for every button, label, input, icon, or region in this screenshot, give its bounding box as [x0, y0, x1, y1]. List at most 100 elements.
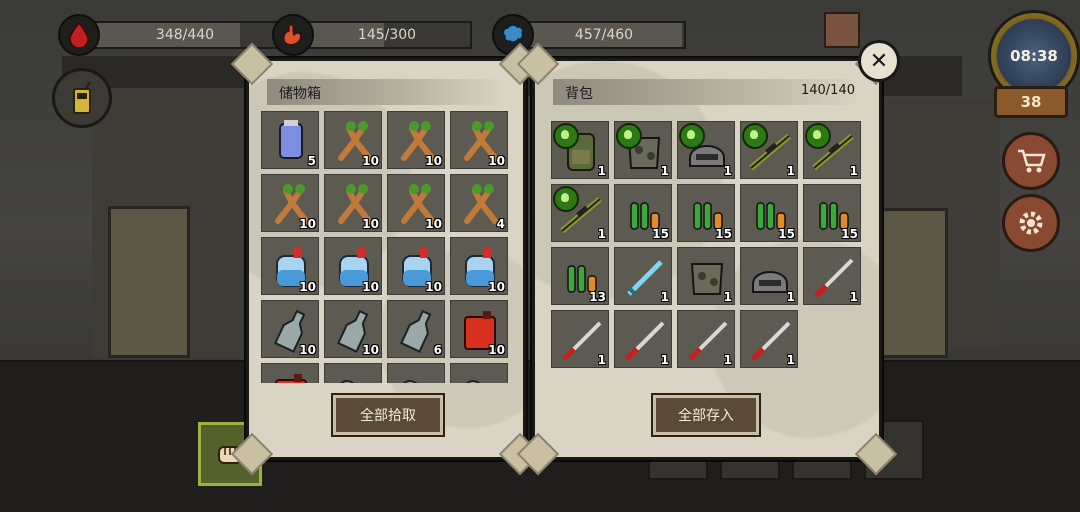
thirst-bar: 457/460: [522, 21, 686, 49]
backpack-slot[interactable]: 1: [614, 247, 672, 305]
backpack-slot[interactable]: 1: [803, 121, 861, 179]
item-quantity: 1: [723, 290, 732, 304]
item-quantity: 10: [425, 217, 442, 231]
backpack-slot[interactable]: 15: [614, 184, 672, 242]
item-quantity: 10: [488, 154, 505, 168]
item-quantity: 1: [723, 164, 732, 178]
shop-button[interactable]: [1002, 132, 1060, 190]
red-gas-can-icon: [275, 374, 307, 383]
backpack-slot[interactable]: 1: [614, 121, 672, 179]
item-quantity: 15: [715, 227, 732, 241]
radio-button[interactable]: [52, 68, 112, 128]
item-quantity: 10: [425, 280, 442, 294]
storage-slot[interactable]: 10: [450, 237, 508, 295]
hunger-bar: 145/300: [302, 21, 472, 49]
storage-slot[interactable]: [324, 363, 382, 383]
clock-time: 08:38: [1010, 47, 1058, 65]
backpack-slot[interactable]: 1: [740, 121, 798, 179]
item-quantity: 1: [597, 227, 606, 241]
storage-slot[interactable]: [387, 363, 445, 383]
settings-button[interactable]: [1002, 194, 1060, 252]
deposit-all-button[interactable]: 全部存入: [651, 393, 761, 437]
gear-icon: [1019, 211, 1043, 235]
storage-slot[interactable]: 6: [387, 300, 445, 358]
backpack-slot[interactable]: 1: [551, 310, 609, 368]
backpack-slot[interactable]: 1: [803, 247, 861, 305]
backpack-slot[interactable]: 1: [677, 121, 735, 179]
backpack-header: 背包 140/140: [553, 79, 861, 105]
storage-slot[interactable]: 10: [324, 174, 382, 232]
item-quantity: 10: [362, 154, 379, 168]
storage-slot[interactable]: 4: [450, 174, 508, 232]
item-quantity: 1: [849, 290, 858, 304]
backpack-slot[interactable]: 1: [677, 247, 735, 305]
storage-slot[interactable]: 10: [261, 237, 319, 295]
item-quantity: 15: [778, 227, 795, 241]
item-quantity: 1: [786, 164, 795, 178]
storage-slot[interactable]: [450, 363, 508, 383]
item-quantity: 10: [362, 217, 379, 231]
close-button[interactable]: ✕: [858, 40, 900, 82]
storage-slot[interactable]: 10: [387, 237, 445, 295]
backpack-slot[interactable]: 1: [677, 310, 735, 368]
backpack-capacity: 140/140: [800, 83, 855, 98]
day-counter: 38: [994, 86, 1068, 118]
storage-slot[interactable]: 10: [450, 111, 508, 169]
storage-slot[interactable]: [261, 363, 319, 383]
backpack-slot[interactable]: 1: [740, 310, 798, 368]
take-all-button[interactable]: 全部拾取: [331, 393, 445, 437]
day-value: 38: [1020, 93, 1042, 111]
stomach-icon: [272, 14, 314, 56]
storage-slot[interactable]: 10: [324, 111, 382, 169]
item-quantity: 10: [299, 343, 316, 357]
storage-slot[interactable]: 10: [261, 174, 319, 232]
item-quantity: 10: [488, 343, 505, 357]
storage-panel: 储物箱 5 10 10 10 10 10 10 4 10 10 10 10 10 10 6 10 全部拾取: [230, 42, 542, 476]
close-icon: ✕: [869, 48, 889, 74]
item-quantity: 10: [488, 280, 505, 294]
item-quantity: 1: [786, 353, 795, 367]
item-quantity: 10: [425, 154, 442, 168]
backpack-slot[interactable]: 15: [803, 184, 861, 242]
backpack-panel: 背包 140/140 1 1 1 1 1 1 15 15 15 15 13 1 1 1 1 1 1 1 1 全部存入: [516, 42, 898, 476]
item-quantity: 1: [660, 353, 669, 367]
item-quantity: 4: [496, 217, 505, 231]
metal-scrap-icon: [339, 380, 355, 383]
backpack-slot[interactable]: 1: [614, 310, 672, 368]
door-right: [880, 208, 948, 358]
backpack-slot[interactable]: 15: [740, 184, 798, 242]
backpack-slot[interactable]: 13: [551, 247, 609, 305]
item-quantity: 10: [299, 280, 316, 294]
item-quantity: 15: [652, 227, 669, 241]
equipped-badge-icon: [805, 123, 831, 149]
hunger-value: 145/300: [357, 27, 417, 43]
item-quantity: 6: [433, 343, 442, 357]
storage-slot[interactable]: 10: [324, 237, 382, 295]
item-quantity: 1: [597, 353, 606, 367]
storage-slot[interactable]: 10: [387, 111, 445, 169]
backpack-slot[interactable]: 1: [551, 121, 609, 179]
backpack-slot[interactable]: 1: [740, 247, 798, 305]
item-quantity: 1: [660, 290, 669, 304]
storage-slot[interactable]: 10: [450, 300, 508, 358]
backpack-slot[interactable]: 1: [551, 184, 609, 242]
storage-title: 储物箱: [279, 86, 321, 102]
thirst-value: 457/460: [574, 27, 634, 43]
storage-slot[interactable]: 5: [261, 111, 319, 169]
item-quantity: 1: [660, 164, 669, 178]
equipped-badge-icon: [553, 123, 579, 149]
storage-slot[interactable]: 10: [261, 300, 319, 358]
storage-slot[interactable]: 10: [387, 174, 445, 232]
door-left: [108, 206, 190, 358]
equipped-badge-icon: [742, 123, 768, 149]
map-icon[interactable]: [824, 12, 860, 48]
item-quantity: 13: [589, 290, 606, 304]
item-quantity: 15: [841, 227, 858, 241]
item-quantity: 10: [362, 343, 379, 357]
equipped-badge-icon: [616, 123, 642, 149]
hunger-stat: 145/300: [272, 14, 472, 56]
backpack-slot[interactable]: 15: [677, 184, 735, 242]
item-quantity: 10: [299, 217, 316, 231]
storage-slot[interactable]: 10: [324, 300, 382, 358]
item-quantity: 1: [723, 353, 732, 367]
